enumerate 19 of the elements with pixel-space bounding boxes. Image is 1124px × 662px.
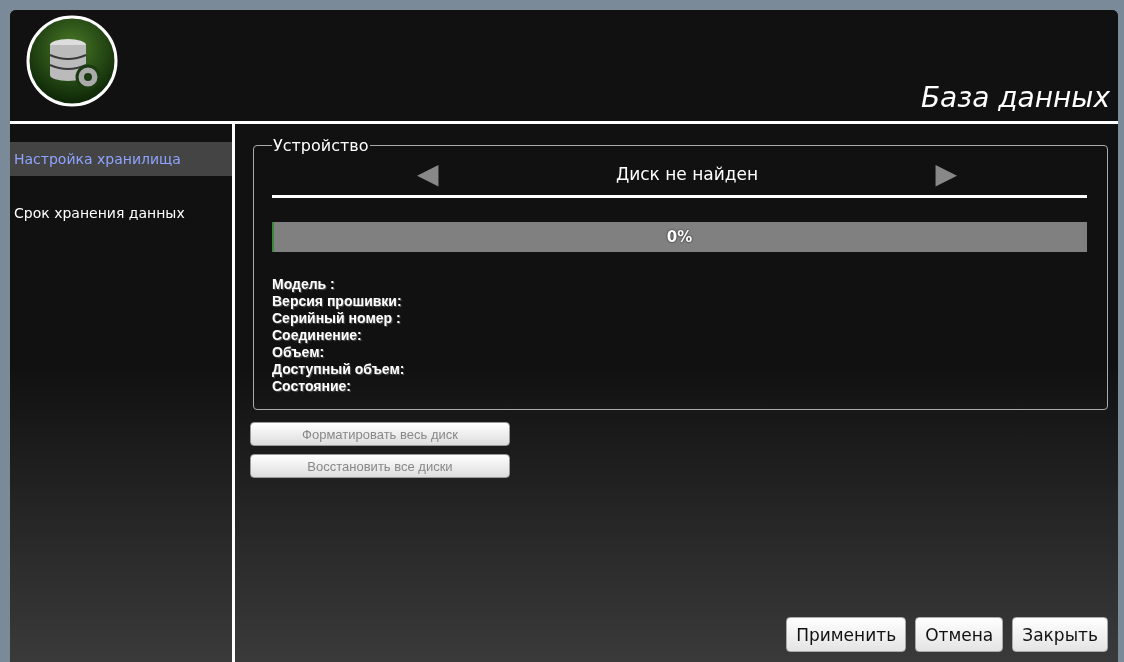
previous-button[interactable]: ◀: [417, 157, 439, 191]
field-label: Соединение:: [272, 327, 363, 344]
dialog-button[interactable]: Отмена: [915, 617, 1004, 652]
dialog-button[interactable]: Применить: [786, 617, 907, 652]
window-title: База данных: [920, 81, 1110, 114]
field-label: Версия прошивки:: [272, 293, 403, 310]
field-label: Серийный номер :: [272, 310, 402, 327]
field-label: Доступный объем:: [272, 361, 406, 378]
sidebar-item[interactable]: Настройка хранилища: [10, 142, 232, 176]
field-label: Модель :: [272, 276, 336, 293]
sidebar-item[interactable]: Срок хранения данных: [10, 196, 232, 230]
database-gear-icon: [26, 15, 118, 107]
next-button[interactable]: ▶: [935, 157, 957, 191]
field-label: Состояние:: [272, 378, 352, 395]
field-label: Объем:: [272, 344, 326, 361]
dialog-button[interactable]: Закрыть: [1012, 617, 1108, 652]
progress-reading: 0%: [665, 227, 694, 248]
group-label: Устройство: [272, 136, 370, 155]
disk-status: Диск не найден: [615, 164, 759, 184]
